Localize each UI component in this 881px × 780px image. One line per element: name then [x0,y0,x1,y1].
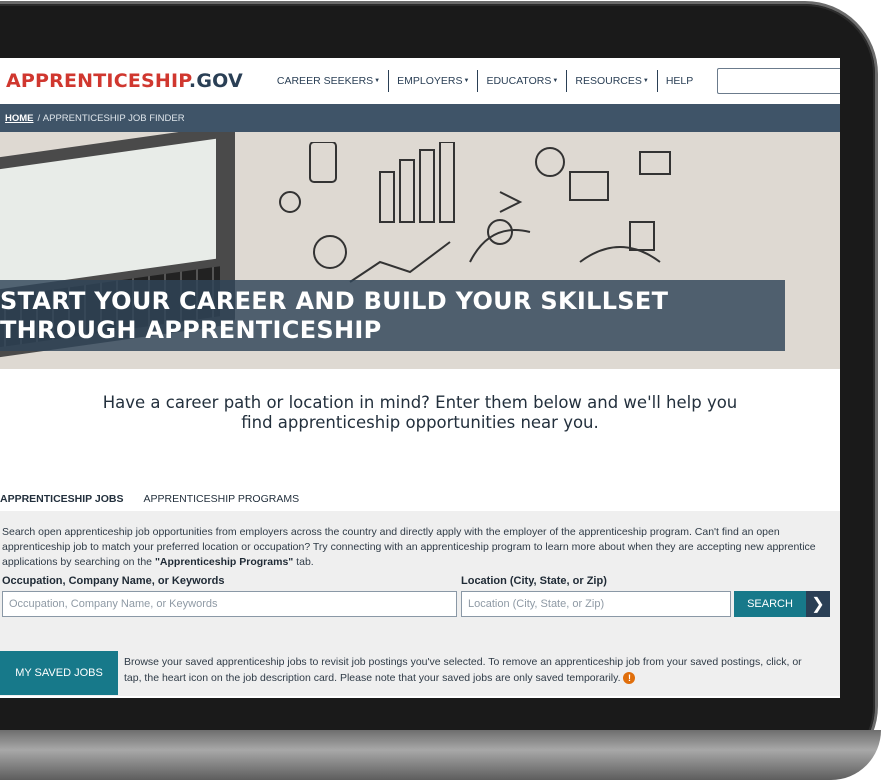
nav-label: EMPLOYERS [397,75,463,87]
caret-down-icon: ▼ [642,78,649,84]
search-fields: Occupation, Company Name, or Keywords Oc… [2,575,832,617]
site-logo[interactable]: APPRENTICESHIP.GOV [6,70,243,92]
description-tail: tab. [293,556,314,568]
nav-career-seekers[interactable]: CAREER SEEKERS▼ [269,70,390,92]
hero-headline-line1: START YOUR CAREER AND BUILD YOUR SKILLSE… [0,287,669,315]
intro-line2: find apprenticeship opportunities near y… [241,413,599,432]
hero-headline: START YOUR CAREER AND BUILD YOUR SKILLSE… [0,280,785,351]
my-saved-jobs-button[interactable]: MY SAVED JOBS [0,651,118,695]
main-nav: CAREER SEEKERS▼ EMPLOYERS▼ EDUCATORS▼ RE… [269,70,701,92]
logo-main-text: APPRENTICESHIP [6,70,189,92]
browser-viewport: APPRENTICESHIP.GOV CAREER SEEKERS▼ EMPLO… [0,58,840,698]
saved-jobs-row: MY SAVED JOBS Browse your saved apprenti… [0,651,840,695]
job-search-description: Search open apprenticeship job opportuni… [2,525,832,570]
device-bezel-bottom [0,730,881,780]
breadcrumb-current: APPRENTICESHIP JOB FINDER [42,112,185,124]
tab-apprenticeship-jobs[interactable]: APPRENTICESHIP JOBS [0,487,134,511]
intro-text: Have a career path or location in mind? … [0,369,840,487]
site-search-input[interactable] [717,68,840,94]
nav-employers[interactable]: EMPLOYERS▼ [389,70,479,92]
nav-label: RESOURCES [575,75,642,87]
saved-jobs-text: Browse your saved apprenticeship jobs to… [124,656,802,684]
nav-educators[interactable]: EDUCATORS▼ [478,70,568,92]
nav-help[interactable]: HELP [658,70,701,92]
breadcrumb-home-link[interactable]: HOME [5,113,34,124]
nav-label: CAREER SEEKERS [276,75,374,87]
chevron-right-icon[interactable]: ❯ [806,591,830,617]
occupation-field-group: Occupation, Company Name, or Keywords Oc… [2,575,457,617]
site-header: APPRENTICESHIP.GOV CAREER SEEKERS▼ EMPLO… [0,58,840,104]
location-field-group: Location (City, State, or Zip) Location … [457,575,731,617]
info-icon[interactable]: ! [623,672,636,685]
search-submit-group: SEARCH ❯ [734,591,830,617]
caret-down-icon: ▼ [463,78,470,84]
description-text: Search open apprenticeship job opportuni… [2,526,816,568]
nav-label: EDUCATORS [486,75,552,87]
nav-label: HELP [665,75,694,87]
saved-jobs-description: Browse your saved apprenticeship jobs to… [118,651,818,695]
breadcrumb-separator: / [37,112,41,124]
location-label: Location (City, State, or Zip) [461,575,607,587]
site-search [717,68,840,94]
occupation-label: Occupation, Company Name, or Keywords [2,575,225,587]
tab-apprenticeship-programs[interactable]: APPRENTICESHIP PROGRAMS [134,487,310,511]
nav-resources[interactable]: RESOURCES▼ [567,70,658,92]
hero-headline-line2: THROUGH APPRENTICESHIP [0,316,382,344]
logo-suffix-text: .GOV [188,70,243,92]
search-button[interactable]: SEARCH [734,591,806,617]
caret-down-icon: ▼ [552,78,559,84]
job-search-panel: Search open apprenticeship job opportuni… [0,511,840,696]
programs-tab-reference: "Apprenticeship Programs" [154,556,294,568]
intro-line1: Have a career path or location in mind? … [102,393,738,412]
caret-down-icon: ▼ [374,78,381,84]
breadcrumb: HOME / APPRENTICESHIP JOB FINDER [0,104,840,132]
finder-tabs: APPRENTICESHIP JOBS APPRENTICESHIP PROGR… [0,487,840,511]
location-input[interactable]: Location (City, State, or Zip) [461,591,731,617]
occupation-input[interactable]: Occupation, Company Name, or Keywords [2,591,457,617]
hero-banner: START YOUR CAREER AND BUILD YOUR SKILLSE… [0,132,840,369]
